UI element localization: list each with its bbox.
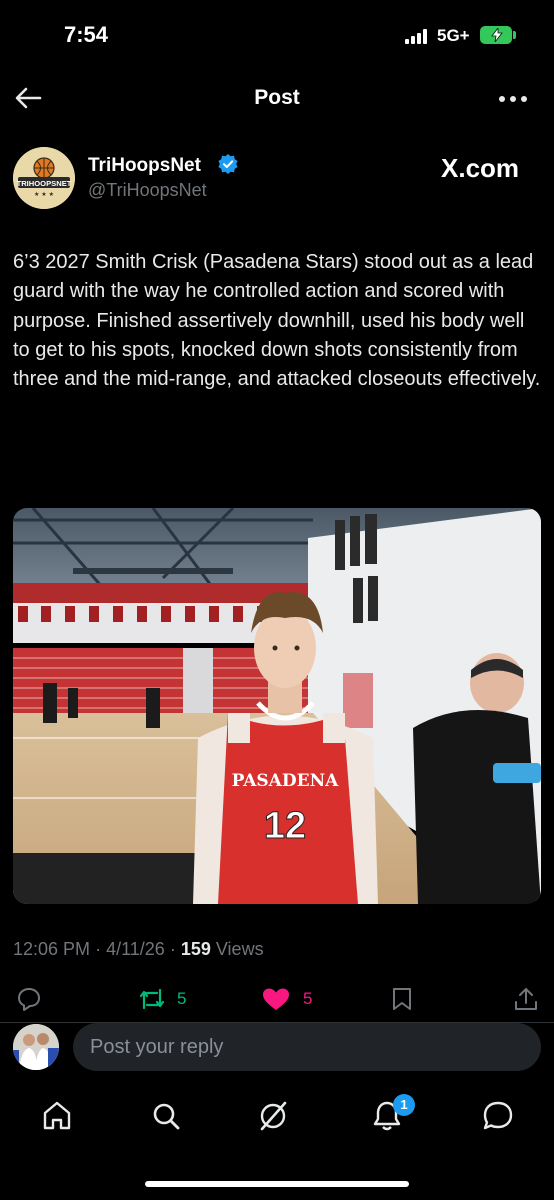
reply-icon[interactable] [16,986,42,1012]
repost-icon[interactable] [137,986,167,1012]
post-meta: 12:06 PM · 4/11/26 · 159 Views [13,939,264,960]
battery-charging-icon [480,26,512,44]
network-type: 5G+ [437,26,470,45]
source-label: X.com [441,153,520,183]
svg-text:★ ★ ★: ★ ★ ★ [34,191,54,198]
search-icon[interactable] [149,1099,183,1133]
post-text: 6’3 2027 Smith Crisk (Pasadena Stars) st… [13,251,541,391]
cellular-signal-icon [405,28,431,44]
bookmark-icon[interactable] [390,986,414,1012]
views-label: Views [215,939,264,959]
reply-input[interactable] [73,1023,541,1071]
user-avatar[interactable] [13,1024,59,1070]
more-horizontal-icon[interactable] [498,95,528,103]
verified-badge-icon [218,154,238,174]
share-icon[interactable] [513,986,539,1012]
heart-filled-icon[interactable] [261,986,291,1012]
post-time: 12:06 PM [13,939,91,959]
messages-icon[interactable] [481,1099,515,1133]
post-date: 4/11/26 [106,939,165,959]
avatar-logo-text: TRIHOOPSNET [17,179,72,188]
post-photo[interactable]: PASADENA 12 [13,508,541,904]
status-time: 7:54 [64,22,109,47]
author-display-name[interactable]: TriHoopsNet [88,155,201,177]
notification-badge: 1 [393,1094,415,1116]
page-title: Post [254,86,300,109]
home-icon[interactable] [40,1099,74,1133]
jersey-number: 12 [264,805,306,847]
jersey-text: PASADENA [232,771,339,791]
grok-icon[interactable] [256,1099,290,1133]
like-count: 5 [303,989,313,1008]
author-avatar[interactable]: TRIHOOPSNET ★ ★ ★ [13,147,75,209]
meta-separator: · [95,939,107,959]
home-indicator [145,1181,409,1187]
meta-separator: · [169,939,181,959]
repost-count: 5 [177,989,187,1008]
battery-tip [513,31,516,39]
author-handle[interactable]: @TriHoopsNet [88,180,207,201]
view-count: 159 [180,939,211,959]
